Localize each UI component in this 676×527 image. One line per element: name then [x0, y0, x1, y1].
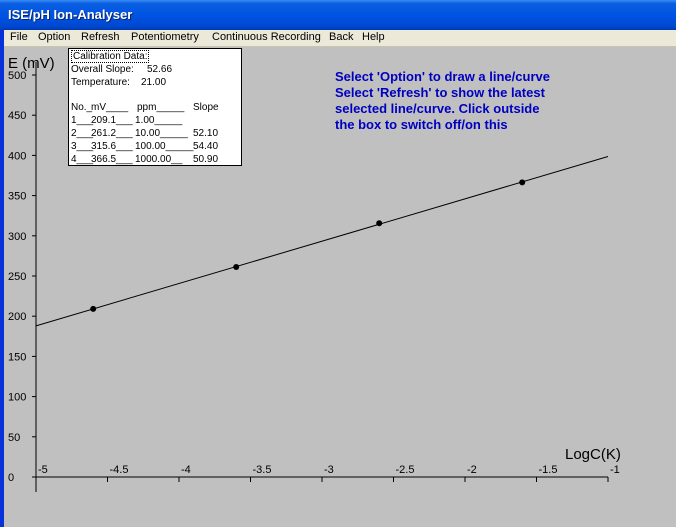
x-tick-label: -2.5 — [396, 464, 415, 476]
y-tick-label: 350 — [8, 191, 26, 203]
x-tick-label: -5 — [38, 464, 48, 476]
calib-row-ppm: 100.00_____ — [135, 141, 194, 152]
y-tick-label: 50 — [8, 432, 20, 444]
overall-slope-value: 52.66 — [147, 64, 173, 75]
y-tick-label: 400 — [8, 150, 26, 162]
calib-row-mv: 366.5___ — [91, 154, 133, 165]
calib-row-mv: 261.2___ — [91, 128, 133, 139]
data-point — [376, 220, 383, 227]
calibration-data-box: Calibration Data: Overall Slope: 52.66 T… — [68, 48, 242, 166]
x-tick-label: -4.5 — [110, 464, 129, 476]
y-tick-label: 200 — [8, 311, 26, 323]
info-message-box[interactable]: Select 'Option' to draw a line/curve Sel… — [335, 69, 595, 133]
calib-row-slope: 50.90 — [193, 154, 219, 165]
x-tick-label: -3.5 — [253, 464, 272, 476]
data-point — [233, 263, 240, 270]
calib-row-ppm: 1.00_____ — [135, 115, 183, 126]
calib-row-mv: 315.6___ — [91, 141, 133, 152]
x-tick-label: -1 — [610, 464, 620, 476]
calib-row-mv: 209.1___ — [91, 115, 133, 126]
calibration-title: Calibration Data: — [71, 50, 150, 63]
calib-header-mv: mV____ — [91, 102, 129, 113]
temperature-label: Temperature: — [71, 77, 130, 88]
calib-row-no: 2___ — [71, 128, 94, 139]
x-tick-label: -1.5 — [539, 464, 558, 476]
calib-row-no: 1___ — [71, 115, 94, 126]
temperature-value: 21.00 — [141, 77, 167, 88]
x-tick-label: -4 — [181, 464, 191, 476]
calib-row-ppm: 1000.00__ — [135, 154, 183, 165]
calib-header-slope: Slope — [193, 102, 219, 113]
info-line: Select 'Refresh' to show the latest — [335, 85, 545, 100]
info-line: the box to switch off/on this — [335, 117, 508, 132]
y-tick-label: 450 — [8, 110, 26, 122]
calib-row-no: 3___ — [71, 141, 94, 152]
data-point — [519, 179, 526, 186]
data-point — [90, 305, 97, 312]
y-tick-label: 0 — [8, 472, 14, 484]
x-tick-label: -3 — [324, 464, 334, 476]
y-tick-label: 300 — [8, 231, 26, 243]
calib-header-ppm: ppm_____ — [137, 102, 185, 113]
x-tick-label: -2 — [467, 464, 477, 476]
y-tick-label: 500 — [8, 70, 26, 82]
info-line: Select 'Option' to draw a line/curve — [335, 69, 550, 84]
overall-slope-label: Overall Slope: — [71, 64, 134, 75]
calib-row-no: 4___ — [71, 154, 94, 165]
y-tick-label: 150 — [8, 351, 26, 363]
app-window: ISE/pH Ion-Analyser File Option Refresh … — [0, 0, 676, 527]
x-axis-label: LogC(K) — [565, 446, 621, 463]
info-line: selected line/curve. Click outside — [335, 101, 540, 116]
calib-row-slope: 54.40 — [193, 141, 219, 152]
y-tick-label: 100 — [8, 392, 26, 404]
calib-row-slope: 52.10 — [193, 128, 219, 139]
y-tick-label: 250 — [8, 271, 26, 283]
calib-header-no: No._ — [71, 102, 93, 113]
calib-row-ppm: 10.00_____ — [135, 128, 188, 139]
